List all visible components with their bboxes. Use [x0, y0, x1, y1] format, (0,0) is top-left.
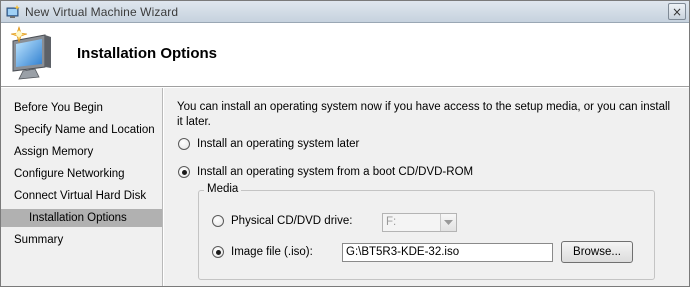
wizard-steps-sidebar: Before You Begin Specify Name and Locati…	[1, 88, 163, 286]
install-later-radio[interactable]	[178, 138, 190, 150]
install-from-boot-media-option[interactable]: Install an operating system from a boot …	[178, 166, 473, 178]
image-file-label: Image file (.iso):	[231, 246, 313, 258]
physical-drive-option[interactable]: Physical CD/DVD drive:	[212, 215, 352, 227]
sidebar-item-installation-options[interactable]: Installation Options	[1, 209, 162, 227]
description-text: You can install an operating system now …	[177, 101, 671, 128]
install-from-boot-media-label: Install an operating system from a boot …	[197, 166, 474, 178]
sidebar-item-before-you-begin[interactable]: Before You Begin	[1, 99, 162, 117]
wizard-app-icon	[5, 4, 21, 20]
close-icon: ×	[671, 4, 683, 19]
sidebar-item-specify-name-and-location[interactable]: Specify Name and Location	[1, 121, 162, 139]
install-from-boot-media-radio[interactable]	[178, 166, 190, 178]
physical-drive-value: F:	[386, 216, 397, 228]
physical-drive-select[interactable]: F:	[382, 213, 457, 232]
browse-button[interactable]: Browse...	[561, 241, 633, 263]
physical-drive-radio[interactable]	[212, 215, 224, 227]
media-groupbox: Media Physical CD/DVD drive: F: Image fi…	[198, 183, 655, 280]
close-button[interactable]: ×	[668, 3, 686, 20]
install-later-label: Install an operating system later	[197, 138, 360, 150]
title-bar[interactable]: New Virtual Machine Wizard ×	[1, 1, 689, 23]
wizard-window: New Virtual Machine Wizard × Installatio…	[0, 0, 690, 287]
window-title: New Virtual Machine Wizard	[25, 5, 179, 19]
chevron-down-icon[interactable]	[440, 214, 456, 231]
image-file-radio[interactable]	[212, 246, 224, 258]
install-later-option[interactable]: Install an operating system later	[178, 138, 359, 150]
image-file-option[interactable]: Image file (.iso):	[212, 246, 313, 258]
page-title: Installation Options	[77, 45, 218, 62]
wizard-header: Installation Options	[1, 23, 689, 87]
sidebar-item-summary[interactable]: Summary	[1, 231, 162, 249]
sidebar-item-connect-virtual-hard-disk[interactable]: Connect Virtual Hard Disk	[1, 187, 162, 205]
physical-drive-label: Physical CD/DVD drive:	[231, 215, 353, 227]
media-legend: Media	[204, 183, 242, 195]
monitor-with-sparkle-icon	[5, 23, 67, 85]
sidebar-item-assign-memory[interactable]: Assign Memory	[1, 143, 162, 161]
image-file-path-input[interactable]: G:\BT5R3-KDE-32.iso	[342, 243, 553, 262]
sidebar-item-configure-networking[interactable]: Configure Networking	[1, 165, 162, 183]
installation-options-panel: You can install an operating system now …	[164, 88, 689, 286]
